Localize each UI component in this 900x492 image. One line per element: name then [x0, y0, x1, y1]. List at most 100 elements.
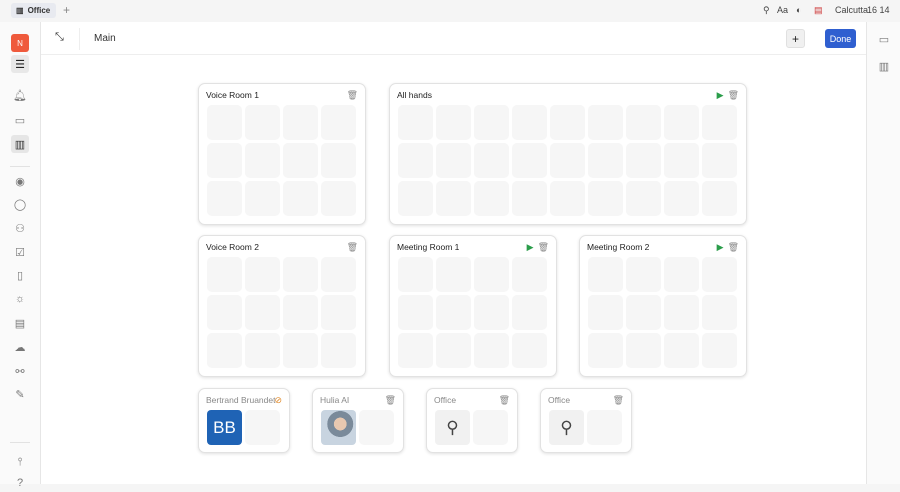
- seat[interactable]: [588, 333, 623, 368]
- seat[interactable]: [321, 105, 356, 140]
- tab-office[interactable]: ▥ Office: [11, 3, 56, 18]
- calendar-icon[interactable]: ▭: [11, 111, 29, 129]
- seat[interactable]: [207, 257, 242, 292]
- video-icon[interactable]: ▶︎: [717, 90, 724, 101]
- edit-icon[interactable]: ✎: [11, 385, 29, 403]
- seat[interactable]: [436, 143, 471, 178]
- seat[interactable]: [474, 105, 509, 140]
- seat[interactable]: [245, 105, 280, 140]
- seat[interactable]: [207, 181, 242, 216]
- seat[interactable]: [626, 181, 661, 216]
- seat[interactable]: [512, 295, 547, 330]
- seat[interactable]: [283, 333, 318, 368]
- seat[interactable]: [207, 105, 242, 140]
- seat[interactable]: [588, 105, 623, 140]
- office-card[interactable]: Office 🗑︎ ⚲: [540, 388, 632, 453]
- user-avatar[interactable]: BB: [207, 410, 242, 445]
- theme-toggle-icon[interactable]: ◐: [796, 5, 801, 15]
- document-icon[interactable]: ▯: [11, 266, 29, 284]
- seat[interactable]: [474, 257, 509, 292]
- seat[interactable]: [283, 181, 318, 216]
- seat[interactable]: [550, 181, 585, 216]
- seat[interactable]: [245, 333, 280, 368]
- seat[interactable]: [474, 181, 509, 216]
- seat[interactable]: [512, 333, 547, 368]
- seat[interactable]: [474, 143, 509, 178]
- add-room-button[interactable]: +: [786, 29, 805, 48]
- seat[interactable]: [283, 295, 318, 330]
- seat[interactable]: [702, 105, 737, 140]
- tasks-icon[interactable]: ☑: [11, 243, 29, 261]
- new-tab-button[interactable]: +: [63, 3, 70, 17]
- seat[interactable]: [207, 333, 242, 368]
- trash-icon[interactable]: 🗑︎: [538, 242, 549, 253]
- done-button[interactable]: Done: [825, 29, 856, 48]
- collapse-icon[interactable]: ⤡: [55, 31, 64, 44]
- seat[interactable]: [245, 181, 280, 216]
- seat[interactable]: [512, 257, 547, 292]
- book-icon[interactable]: ▤: [11, 314, 29, 332]
- people-icon[interactable]: ⚇: [11, 219, 29, 237]
- seat[interactable]: [283, 257, 318, 292]
- seat[interactable]: [245, 295, 280, 330]
- seat[interactable]: [245, 143, 280, 178]
- settings-sliders-icon[interactable]: ⫯: [11, 453, 29, 471]
- seat[interactable]: [512, 181, 547, 216]
- seat[interactable]: [474, 333, 509, 368]
- room-card[interactable]: Meeting Room 2 ▶︎ 🗑︎: [579, 235, 747, 377]
- seat[interactable]: [664, 295, 699, 330]
- seat[interactable]: [321, 181, 356, 216]
- font-size-button[interactable]: Aa: [777, 5, 788, 15]
- workspace-avatar[interactable]: N: [11, 34, 29, 52]
- seat[interactable]: [436, 181, 471, 216]
- trash-icon[interactable]: 🗑︎: [728, 242, 739, 253]
- ai-avatar-image[interactable]: [321, 410, 356, 445]
- office-icon[interactable]: ▥: [11, 135, 29, 153]
- video-icon[interactable]: ▶︎: [527, 242, 534, 253]
- office-card[interactable]: Hulia AI 🗑︎: [312, 388, 404, 453]
- seat[interactable]: [207, 295, 242, 330]
- trash-icon[interactable]: 🗑︎: [347, 242, 358, 253]
- seat[interactable]: [702, 333, 737, 368]
- seat[interactable]: [436, 333, 471, 368]
- seat[interactable]: [588, 143, 623, 178]
- help-icon[interactable]: ?: [11, 474, 29, 492]
- seat[interactable]: [436, 295, 471, 330]
- bell-icon[interactable]: 🔔︎: [11, 86, 29, 104]
- seat[interactable]: [587, 410, 622, 445]
- seat[interactable]: [512, 143, 547, 178]
- seat[interactable]: [664, 105, 699, 140]
- seat[interactable]: [398, 333, 433, 368]
- seat[interactable]: [664, 333, 699, 368]
- seat[interactable]: [664, 181, 699, 216]
- seat[interactable]: [588, 257, 623, 292]
- office-icon[interactable]: ▥: [875, 57, 893, 75]
- seat[interactable]: [245, 257, 280, 292]
- trash-icon[interactable]: 🗑︎: [499, 395, 510, 406]
- seat[interactable]: [664, 257, 699, 292]
- seat[interactable]: [473, 410, 508, 445]
- seat[interactable]: [626, 333, 661, 368]
- seat[interactable]: [702, 295, 737, 330]
- seat[interactable]: [436, 105, 471, 140]
- seat[interactable]: [359, 410, 394, 445]
- seat[interactable]: [474, 295, 509, 330]
- seat[interactable]: [398, 295, 433, 330]
- seat[interactable]: [283, 143, 318, 178]
- seat[interactable]: [512, 105, 547, 140]
- seat[interactable]: [702, 181, 737, 216]
- room-card[interactable]: All hands ▶︎ 🗑︎: [389, 83, 747, 225]
- video-icon[interactable]: ▶︎: [717, 242, 724, 253]
- room-card[interactable]: Voice Room 1 🗑︎: [198, 83, 366, 225]
- room-card[interactable]: Meeting Room 1 ▶︎ 🗑︎: [389, 235, 557, 377]
- seat[interactable]: [436, 257, 471, 292]
- seat[interactable]: [626, 257, 661, 292]
- sun-icon[interactable]: ☼: [11, 290, 29, 308]
- trash-icon[interactable]: 🗑︎: [347, 90, 358, 101]
- seat[interactable]: [550, 143, 585, 178]
- seat[interactable]: [626, 143, 661, 178]
- no-video-icon[interactable]: ⊘: [274, 395, 282, 406]
- seat[interactable]: [321, 295, 356, 330]
- seat[interactable]: [321, 143, 356, 178]
- calendar-icon[interactable]: ▭: [875, 30, 893, 48]
